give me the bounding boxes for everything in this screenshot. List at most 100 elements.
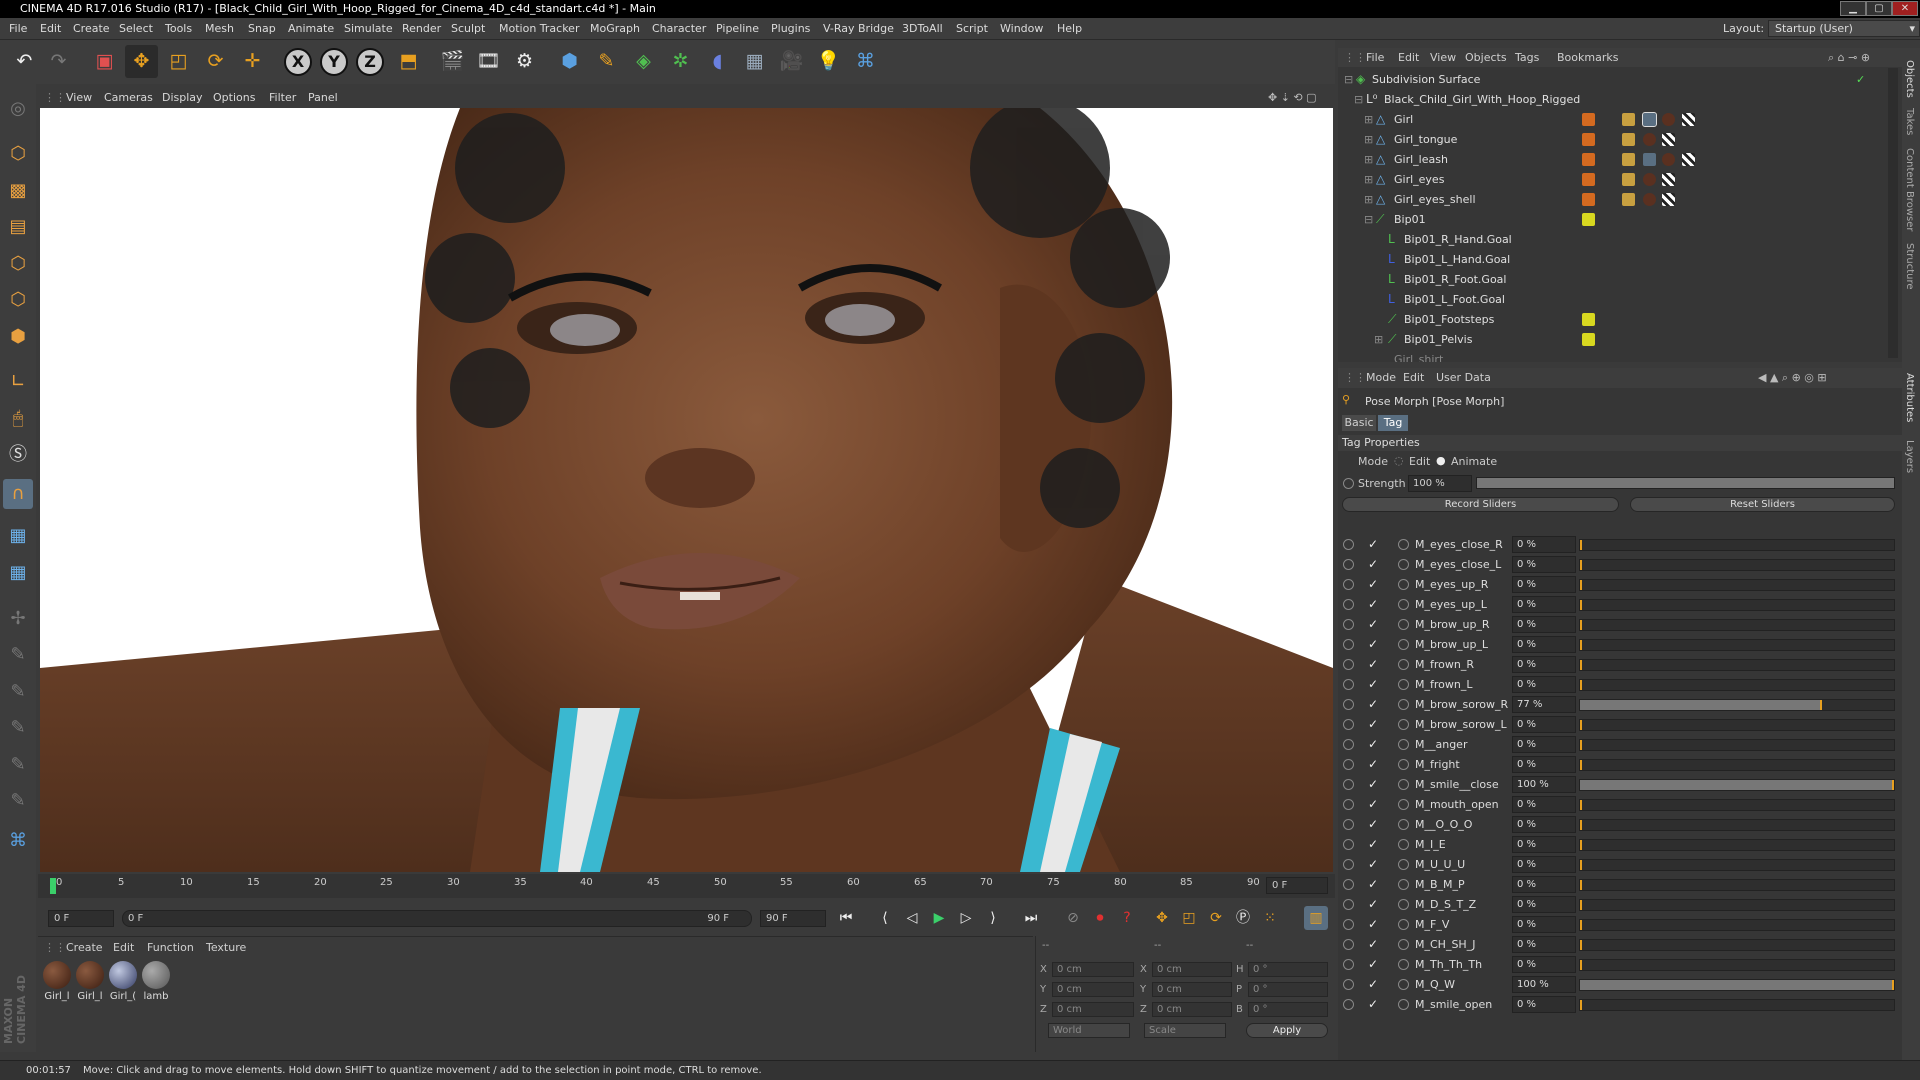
morph-value-field[interactable]: 0 % (1512, 656, 1576, 673)
menu-select[interactable]: Select (119, 22, 153, 35)
enable-checkbox[interactable]: ✓ (1368, 857, 1378, 871)
layout-select[interactable]: Startup (User) ▾ (1768, 20, 1920, 37)
menu-animate[interactable]: Animate (288, 22, 334, 35)
side-tab-structure[interactable]: Structure (1904, 243, 1915, 290)
pose-morph-tag-icon[interactable] (1622, 133, 1635, 146)
enable-checkbox[interactable]: ✓ (1368, 777, 1378, 791)
enable-checkbox[interactable]: ✓ (1368, 817, 1378, 831)
morph-slider-row[interactable]: ✓ M_frown_L 0 % (1338, 675, 1902, 695)
grid-icon[interactable]: ▦ (3, 558, 33, 588)
side-tab-attributes[interactable]: Attributes (1904, 373, 1915, 422)
animate-toggle[interactable] (1398, 659, 1409, 670)
viewport-menu-display[interactable]: Display (162, 91, 203, 104)
animate-toggle[interactable] (1343, 719, 1354, 730)
viewport-menu-options[interactable]: Options (213, 91, 255, 104)
position-z-field[interactable]: 0 cm (1052, 1002, 1134, 1017)
tree-item[interactable]: L Bip01_R_Foot.Goal (1338, 270, 1902, 290)
uvw-tag-icon[interactable] (1662, 173, 1675, 186)
play-icon[interactable]: ▶ (927, 906, 951, 930)
morph-value-field[interactable]: 0 % (1512, 916, 1576, 933)
tree-item[interactable]: ⊞ ⟋ Bip01_Pelvis (1338, 330, 1902, 350)
range-slider[interactable]: 0 F 90 F (122, 910, 752, 927)
animate-toggle[interactable] (1343, 979, 1354, 990)
morph-value-field[interactable]: 0 % (1512, 996, 1576, 1013)
morph-value-field[interactable]: 0 % (1512, 836, 1576, 853)
tab-tag[interactable]: Tag (1378, 415, 1408, 431)
tree-item[interactable]: L Bip01_L_Foot.Goal (1338, 290, 1902, 310)
side-tab-takes[interactable]: Takes (1904, 108, 1915, 135)
workplane-icon[interactable]: ▤ (3, 212, 33, 242)
weight-tag-icon[interactable] (1643, 153, 1656, 166)
morph-slider[interactable] (1579, 799, 1895, 811)
morph-value-field[interactable]: 77 % (1512, 696, 1576, 713)
key-scale-icon[interactable]: ◰ (1177, 906, 1201, 930)
animate-toggle[interactable] (1398, 779, 1409, 790)
menu-window[interactable]: Window (1000, 22, 1043, 35)
animate-toggle[interactable] (1343, 619, 1354, 630)
sculpt-grab-icon[interactable]: ✎ (3, 750, 33, 780)
tree-item[interactable]: ⊟ ⟋ Bip01 (1338, 210, 1902, 230)
menu-script[interactable]: Script (956, 22, 988, 35)
menu-edit[interactable]: Edit (40, 22, 61, 35)
tree-item[interactable]: L Bip01_R_Hand.Goal (1338, 230, 1902, 250)
morph-slider-row[interactable]: ✓ M_smile__close 100 % (1338, 775, 1902, 795)
position-y-field[interactable]: 0 cm (1052, 982, 1134, 997)
material-tag-icon[interactable] (1662, 153, 1675, 166)
animate-toggle[interactable] (1398, 979, 1409, 990)
animate-toggle[interactable] (1343, 539, 1354, 550)
material-menu-texture[interactable]: Texture (206, 941, 246, 954)
make-editable-icon[interactable]: ◎ (3, 94, 33, 124)
morph-slider[interactable] (1579, 679, 1895, 691)
viewport-menu-filter[interactable]: Filter (269, 91, 296, 104)
render-settings-icon[interactable]: ⚙ (508, 45, 541, 78)
morph-slider[interactable] (1579, 879, 1895, 891)
position-x-field[interactable]: 0 cm (1052, 962, 1134, 977)
material-tag-icon[interactable] (1662, 113, 1675, 126)
scale-icon[interactable]: ◰ (162, 45, 195, 78)
scale-z-field[interactable]: 0 cm (1152, 1002, 1232, 1017)
viewport-menu-view[interactable]: View (66, 91, 92, 104)
material-swatch[interactable]: Girl_l (75, 961, 105, 1002)
points-mode-icon[interactable]: ⬡ (3, 249, 33, 279)
morph-value-field[interactable]: 0 % (1512, 756, 1576, 773)
floor-icon[interactable]: ▦ (738, 45, 771, 78)
scale-y-field[interactable]: 0 cm (1152, 982, 1232, 997)
attribute-menu-mode[interactable]: Mode (1366, 371, 1396, 384)
morph-slider[interactable] (1579, 759, 1895, 771)
morph-slider-row[interactable]: ✓ M_Q_W 100 % (1338, 975, 1902, 995)
animate-toggle[interactable] (1398, 619, 1409, 630)
attribute-menu-edit[interactable]: Edit (1403, 371, 1424, 384)
rotate-icon[interactable]: ⟳ (199, 45, 232, 78)
morph-slider-row[interactable]: ✓ M_eyes_up_L 0 % (1338, 595, 1902, 615)
enable-checkbox[interactable]: ✓ (1368, 997, 1378, 1011)
material-swatch[interactable]: lamb (141, 961, 171, 1002)
morph-value-field[interactable]: 0 % (1512, 736, 1576, 753)
uvw-tag-icon[interactable] (1662, 133, 1675, 146)
camera-icon[interactable]: 🎥 (775, 45, 808, 78)
morph-value-field[interactable]: 0 % (1512, 636, 1576, 653)
animate-toggle[interactable] (1398, 579, 1409, 590)
object-menu-objects[interactable]: Objects (1465, 51, 1507, 64)
morph-slider-row[interactable]: ✓ M_mouth_open 0 % (1338, 795, 1902, 815)
python-icon[interactable]: ⌘ (849, 45, 882, 78)
animate-toggle[interactable] (1343, 659, 1354, 670)
morph-value-field[interactable]: 0 % (1512, 576, 1576, 593)
menu-create[interactable]: Create (73, 22, 110, 35)
magnet-icon[interactable]: ∩ (3, 479, 33, 509)
morph-value-field[interactable]: 0 % (1512, 956, 1576, 973)
morph-slider-row[interactable]: ✓ M_eyes_up_R 0 % (1338, 575, 1902, 595)
enable-checkbox[interactable]: ✓ (1368, 537, 1378, 551)
enable-checkbox[interactable]: ✓ (1368, 577, 1378, 591)
object-menu-bookmarks[interactable]: Bookmarks (1557, 51, 1618, 64)
workplane-lock-icon[interactable]: ▦ (3, 521, 33, 551)
animate-toggle[interactable] (1343, 699, 1354, 710)
enable-checkbox[interactable]: ✓ (1368, 897, 1378, 911)
apply-button[interactable]: Apply (1246, 1023, 1328, 1038)
sculpt-smooth-icon[interactable]: ✎ (3, 677, 33, 707)
animate-toggle[interactable] (1398, 639, 1409, 650)
timeline-window-icon[interactable]: ▥ (1304, 906, 1328, 930)
morph-value-field[interactable]: 0 % (1512, 716, 1576, 733)
enable-checkbox[interactable]: ✓ (1368, 837, 1378, 851)
coordinate-system-icon[interactable]: ⬒ (392, 45, 425, 78)
menu-mesh[interactable]: Mesh (205, 22, 234, 35)
